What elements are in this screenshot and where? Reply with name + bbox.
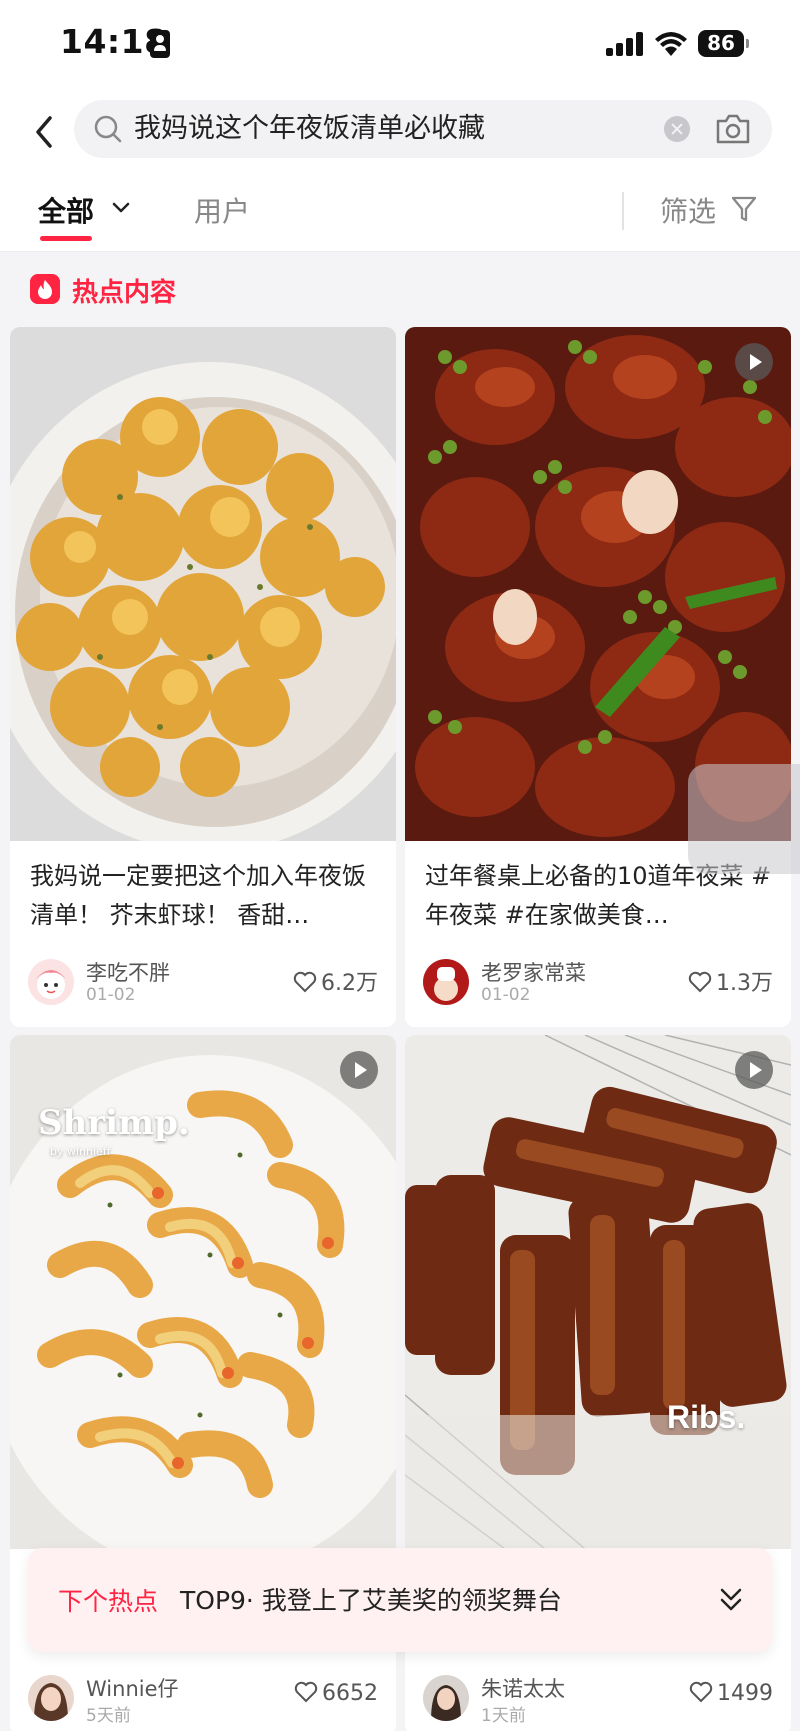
heart-icon [294,1681,318,1703]
next-hot-banner[interactable]: 下个热点 TOP9· 我登上了艾美奖的领奖舞台 [28,1548,772,1652]
fire-icon [30,274,60,304]
tab-divider [622,192,624,230]
note-date: 01-02 [86,985,136,1005]
image-caption-sub: by winnieff [50,1145,111,1158]
heart-icon [688,971,712,993]
note-meta: 李吃不胖 01-02 6.2万 [28,959,378,1007]
tab-users[interactable]: 用户 [194,190,250,230]
wifi-icon [655,32,687,56]
note-meta: 朱诺太太 1天前 1499 [423,1673,773,1726]
note-image [10,327,396,841]
search-results-page: 14:18 86 我妈说这个年夜饭清单必收藏 全部 用户 筛选 热点内容 我妈说… [0,0,800,1731]
back-icon[interactable] [24,102,68,162]
play-icon [340,1051,378,1089]
avatar[interactable] [423,959,469,1005]
note-date: 5天前 [86,1706,131,1726]
floating-side-button[interactable] [688,764,800,874]
person-badge-icon [150,30,170,58]
like-button[interactable]: 1499 [689,1681,773,1706]
like-button[interactable]: 6.2万 [293,965,378,997]
like-button[interactable]: 1.3万 [688,965,773,997]
filter-button[interactable]: 筛选 [660,190,716,230]
tab-all[interactable]: 全部 [38,190,94,230]
note-meta: 老罗家常菜 01-02 1.3万 [423,959,773,1007]
search-box[interactable] [74,100,772,158]
camera-icon[interactable] [714,112,752,146]
author-name[interactable]: 朱诺太太 [481,1673,565,1703]
image-caption: Ribs. [667,1399,746,1435]
like-button[interactable]: 6652 [294,1681,378,1706]
note-image [405,1035,791,1549]
search-icon [94,115,122,143]
note-date: 1天前 [481,1706,526,1726]
note-card[interactable]: 我妈说一定要把这个加入年夜饭清单！ 芥末虾球！ 香甜… 李吃不胖 01-02 6… [10,327,396,1027]
avatar[interactable] [423,1675,469,1721]
note-card[interactable]: 过年餐桌上必备的10道年夜菜 #年夜菜 #在家做美食… 老罗家常菜 01-02 … [405,327,791,1027]
heart-icon [293,971,317,993]
author-name[interactable]: 李吃不胖 [86,957,170,987]
note-date: 01-02 [481,985,531,1005]
active-tab-indicator [40,236,92,241]
result-tabs: 全部 用户 筛选 [0,172,800,252]
signal-icon [606,32,644,56]
search-header [0,92,800,172]
play-icon [735,343,773,381]
battery-indicator: 86 [698,30,749,57]
heart-icon [689,1681,713,1703]
next-hot-text: TOP9· 我登上了艾美奖的领奖舞台 [180,1586,562,1615]
filter-icon[interactable] [730,194,758,224]
like-count: 6.2万 [321,971,378,996]
like-count: 1.3万 [716,971,773,996]
search-input[interactable] [134,100,674,158]
chevron-down-icon[interactable] [112,202,130,214]
clear-icon[interactable] [664,116,690,142]
play-icon [735,1051,773,1089]
like-count: 6652 [322,1681,378,1706]
avatar[interactable] [28,1675,74,1721]
author-name[interactable]: 老罗家常菜 [481,957,586,987]
like-count: 1499 [717,1681,773,1706]
hot-content-label: 热点内容 [72,278,177,308]
avatar[interactable] [28,959,74,1005]
chevron-double-down-icon[interactable] [718,1586,744,1614]
next-hot-label: 下个热点 [58,1587,159,1616]
status-bar: 14:18 86 [0,0,800,92]
image-caption: Shrimp. [38,1103,190,1143]
note-meta: Winnie仔 5天前 6652 [28,1673,378,1726]
author-name[interactable]: Winnie仔 [86,1673,179,1703]
note-title: 我妈说一定要把这个加入年夜饭清单！ 芥末虾球！ 香甜… [30,862,366,929]
